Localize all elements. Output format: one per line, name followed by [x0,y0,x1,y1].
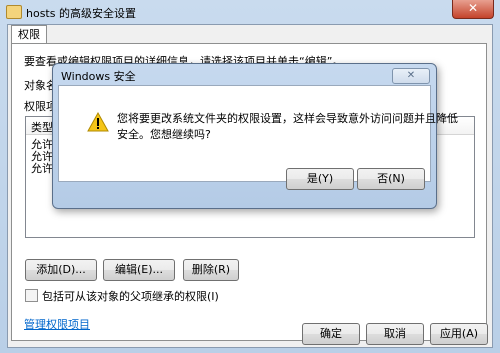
window-close-button[interactable]: ✕ [452,0,494,19]
list-item[interactable]: 允许 [31,160,53,176]
inherit-checkbox-label[interactable]: 包括可从该对象的父项继承的权限(I) [42,288,219,304]
dialog-message-line1: 您将要更改系统文件夹的权限设置，这样会导致意外访问问题并且降低 [117,112,458,125]
yes-button[interactable]: 是(Y) [286,168,354,190]
ok-button[interactable]: 确定 [302,323,360,345]
apply-button[interactable]: 应用(A) [430,323,488,345]
add-button[interactable]: 添加(D)... [25,259,97,281]
watermark-url: jingyan.baidu.com [398,314,482,324]
column-header-type[interactable]: 类型 [31,119,53,135]
tab-permissions[interactable]: 权限 [11,25,47,44]
windows-security-dialog: Windows 安全 ✕ 您将要更改系统文件夹的权限设置，这样会导致意外访问问题… [52,63,458,209]
no-button[interactable]: 否(N) [357,168,425,190]
delete-button[interactable]: 删除(R) [183,259,239,281]
cancel-button[interactable]: 取消 [366,323,424,345]
edit-button[interactable]: 编辑(E)... [103,259,175,281]
folder-icon [6,5,22,19]
warning-icon [87,112,109,132]
dialog-close-button[interactable]: ✕ [392,68,430,84]
dialog-body: 您将要更改系统文件夹的权限设置，这样会导致意外访问问题并且降低 安全。您想继续吗… [58,85,458,190]
window-title: hosts 的高级安全设置 [26,7,136,20]
window-titlebar: hosts 的高级安全设置 ✕ [0,0,500,24]
dialog-title: Windows 安全 [61,70,136,83]
inherit-checkbox[interactable] [25,289,38,302]
dialog-message-line2: 安全。您想继续吗? [117,128,211,141]
manage-permissions-link[interactable]: 管理权限项目 [24,316,90,332]
